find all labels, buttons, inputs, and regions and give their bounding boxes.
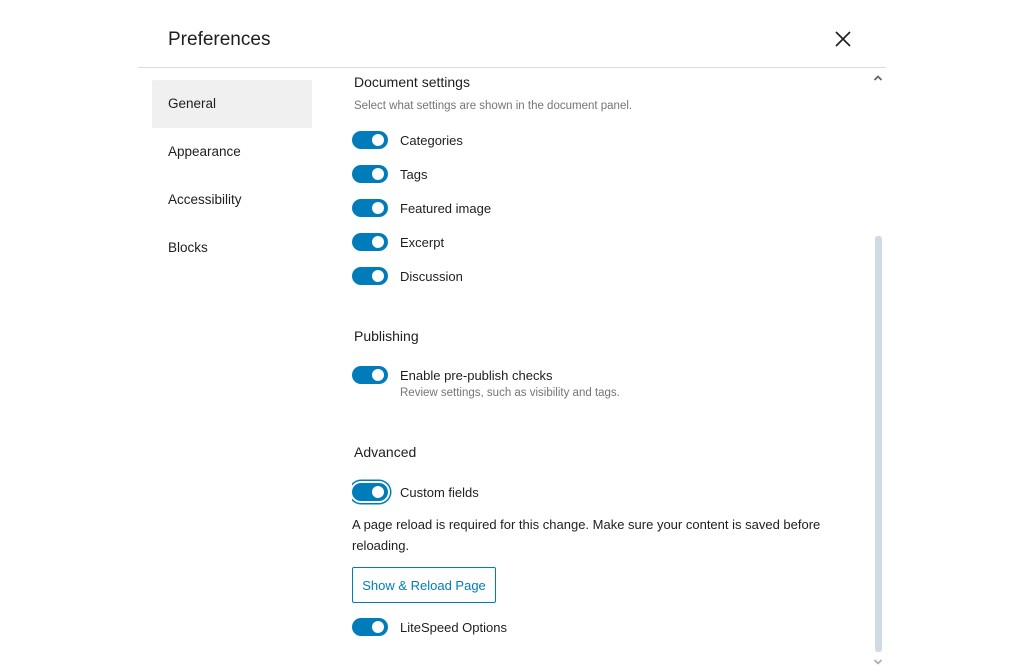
toggle-help-text: Review settings, such as visibility and …	[400, 387, 620, 399]
section-title-publishing: Publishing	[354, 328, 419, 344]
scroll-up-button[interactable]	[872, 70, 884, 81]
preferences-sidebar: General Appearance Accessibility Blocks	[152, 80, 312, 272]
toggle-row-pre-publish: Enable pre-publish checks	[352, 365, 552, 385]
toggle-knob	[372, 236, 384, 248]
toggle-label: Custom fields	[400, 484, 479, 500]
section-title-document-settings: Document settings	[354, 74, 470, 90]
preferences-content: Document settings Select what settings a…	[352, 68, 872, 666]
excerpt-toggle[interactable]	[352, 233, 388, 251]
preferences-modal: Preferences General Appearance Accessibi…	[138, 0, 886, 666]
litespeed-options-toggle[interactable]	[352, 618, 388, 636]
toggle-knob	[372, 202, 384, 214]
close-icon	[835, 31, 851, 47]
show-reload-page-button[interactable]: Show & Reload Page	[352, 567, 496, 603]
close-button[interactable]	[831, 28, 855, 52]
chevron-up-icon	[873, 75, 883, 81]
featured-image-toggle[interactable]	[352, 199, 388, 217]
toggle-label: Featured image	[400, 200, 492, 216]
pre-publish-checks-toggle[interactable]	[352, 366, 388, 384]
toggle-knob	[372, 621, 384, 633]
modal-header: Preferences	[138, 0, 886, 68]
toggle-row-tags: Tags	[352, 164, 427, 184]
sidebar-item-accessibility[interactable]: Accessibility	[152, 176, 312, 224]
section-description: Select what settings are shown in the do…	[354, 100, 633, 112]
modal-title: Preferences	[168, 29, 271, 50]
sidebar-item-general[interactable]: General	[152, 80, 312, 128]
categories-toggle[interactable]	[352, 131, 388, 149]
sidebar-item-blocks[interactable]: Blocks	[152, 224, 312, 272]
toggle-row-custom-fields: Custom fields	[352, 482, 479, 502]
toggle-label: Excerpt	[400, 234, 445, 250]
toggle-label: Tags	[400, 166, 428, 182]
tags-toggle[interactable]	[352, 165, 388, 183]
sidebar-item-appearance[interactable]: Appearance	[152, 128, 312, 176]
toggle-label: Categories	[400, 132, 463, 148]
toggle-label: Enable pre-publish checks	[400, 367, 553, 383]
scrollbar-thumb[interactable]	[875, 236, 882, 652]
toggle-row-excerpt: Excerpt	[352, 232, 444, 252]
reload-notice: A page reload is required for this chang…	[352, 517, 821, 553]
section-title-advanced: Advanced	[354, 444, 417, 460]
toggle-knob	[372, 134, 384, 146]
custom-fields-toggle[interactable]	[352, 483, 388, 501]
scroll-down-button[interactable]	[872, 654, 884, 665]
toggle-knob	[372, 486, 384, 498]
toggle-knob	[372, 168, 384, 180]
toggle-row-categories: Categories	[352, 130, 463, 150]
toggle-row-discussion: Discussion	[352, 266, 463, 286]
toggle-label: LiteSpeed Options	[400, 619, 507, 635]
toggle-knob	[372, 270, 384, 282]
toggle-knob	[372, 369, 384, 381]
toggle-row-featured-image: Featured image	[352, 198, 491, 218]
discussion-toggle[interactable]	[352, 267, 388, 285]
toggle-label: Discussion	[400, 268, 463, 284]
toggle-row-litespeed: LiteSpeed Options	[352, 617, 507, 637]
